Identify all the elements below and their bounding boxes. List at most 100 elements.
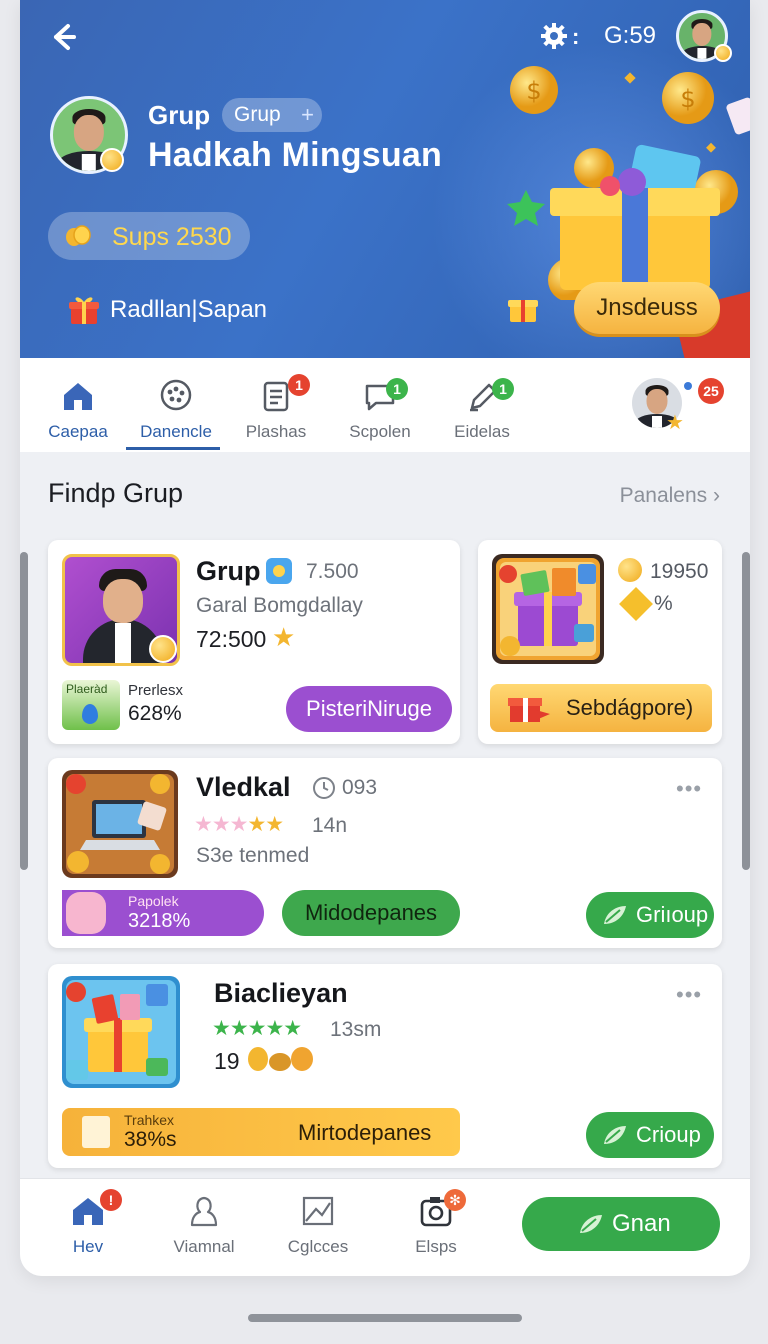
group-card[interactable]: Biaclieyan ••• ★★★★★ 13sm 19 Trahkex 38%…	[48, 964, 722, 1168]
tag-sub: Prerlesx	[128, 682, 184, 699]
tab-eidelas[interactable]: 1 Eidelas	[432, 358, 532, 452]
tab-label: Caepaa	[48, 422, 108, 441]
back-arrow-icon[interactable]	[46, 20, 80, 54]
card-subtitle: S3e tenmed	[196, 844, 310, 867]
notification-badge-icon: ✻	[444, 1189, 466, 1211]
online-dot-icon	[684, 382, 692, 390]
diamond-icon	[619, 587, 653, 621]
avatar-coin-icon	[100, 148, 124, 172]
join-group-button[interactable]: Crioup	[586, 1112, 714, 1158]
person-icon	[190, 1196, 218, 1227]
gift-thumbnail-icon	[62, 976, 180, 1088]
notification-badge: 1	[288, 374, 310, 396]
card-count: 093	[342, 776, 378, 799]
member-count: 7.500	[306, 560, 359, 583]
chevron-right-icon: ›	[713, 484, 720, 507]
star-rating: ★★★★★	[212, 1017, 302, 1040]
reward-button[interactable]: Sebdágpore)	[490, 684, 712, 732]
card-subtitle: Garal Bomgdallay	[196, 594, 363, 617]
coins-pill[interactable]: Sups 2530	[48, 212, 250, 260]
active-tab-indicator	[126, 447, 220, 450]
reward-button-label: Sebdágpore)	[566, 695, 694, 720]
section-title: Findp Grup	[48, 478, 184, 508]
category-tabs: Caepaa Danencle 1 Plashas 1 Scpolen 1 Ei…	[20, 358, 750, 452]
camera-badge-icon	[266, 558, 292, 584]
tab-plashas[interactable]: 1 Plashas	[226, 358, 326, 452]
gift-icon	[69, 297, 99, 324]
star-icon: ★	[666, 412, 684, 434]
coins-label: Sups 2530	[112, 223, 232, 251]
coin-icon	[618, 558, 642, 582]
see-all-label: Panalens	[619, 484, 708, 507]
reward-card[interactable]: 19950 % Sebdágpore)	[478, 540, 722, 744]
plus-icon: +	[301, 102, 314, 127]
promo-label: Papolek	[128, 893, 179, 909]
app-screen: : G:59 Grup Grup + Hadkah Mingsuan Sups …	[20, 0, 750, 1276]
rating-count: 13sm	[330, 1018, 382, 1041]
time-label: G:59	[604, 22, 657, 49]
rating-count: 14n	[312, 814, 348, 837]
card-title: Vledkal	[196, 772, 291, 802]
card-title: Grup	[196, 556, 261, 586]
vertical-dots-icon[interactable]: :	[572, 26, 579, 48]
tab-scpolen[interactable]: 1 Scpolen	[330, 358, 430, 452]
promo-value: 38%s	[124, 1128, 177, 1151]
promo-button[interactable]: Jnsdeuss	[574, 282, 720, 334]
sub-label: Radllan|Sapan	[110, 296, 268, 323]
group-pill[interactable]: Grup +	[222, 98, 322, 132]
group-label: Grup	[148, 100, 211, 130]
gear-icon[interactable]	[540, 22, 568, 50]
clock-icon	[313, 777, 335, 799]
join-group-label: Crioup	[636, 1122, 701, 1147]
small-gift-icon	[508, 300, 538, 322]
user-name: Hadkah Mingsuan	[148, 136, 442, 174]
more-options-icon[interactable]: •••	[676, 776, 702, 802]
tab-danencle[interactable]: Danencle	[126, 358, 226, 452]
featured-group-card[interactable]: Grup 7.500 Garal Bomgdallay 72:500 ★ Pla…	[48, 540, 460, 744]
promo-strip[interactable]: Trahkex 38%s Mirtodepanes	[62, 1108, 460, 1156]
reward-percent: %	[654, 592, 673, 615]
gnan-button[interactable]: Gnan	[522, 1197, 720, 1251]
promo-strip[interactable]: Papolek 3218%	[62, 890, 264, 936]
coins-icon	[66, 225, 91, 246]
join-group-label: Griıoup	[636, 902, 709, 927]
ribbon-gift-icon	[508, 698, 550, 722]
notification-badge: 1	[386, 378, 408, 400]
svg-text:$: $	[526, 77, 541, 105]
tag-label: Plaeràd	[66, 682, 108, 696]
gift-box-icon	[492, 554, 604, 664]
midodepanes-button[interactable]: Midodepanes	[282, 890, 460, 936]
purple-action-button[interactable]: PisteriNiruge	[286, 686, 452, 732]
ticket-icon	[82, 1116, 110, 1148]
promo-label: Trahkex	[124, 1112, 175, 1128]
avatar-notification-badge: 25	[698, 378, 724, 404]
group-card[interactable]: Vledkal 093 ••• ★★★★★ 14n S3e tenmed Pap…	[48, 758, 722, 948]
laptop-thumbnail-icon	[62, 770, 178, 878]
notification-badge: 1	[492, 378, 514, 400]
tab-label: Plashas	[245, 422, 307, 441]
reward-count: 19950	[650, 560, 709, 583]
more-options-icon[interactable]: •••	[676, 982, 702, 1008]
join-group-button[interactable]: Griıoup	[586, 892, 714, 938]
leaf-icon	[604, 906, 626, 924]
svg-text:$: $	[680, 85, 695, 113]
tag-badge: Plaeràd	[62, 680, 120, 730]
see-all-link[interactable]: Panalens ›	[620, 484, 720, 508]
profile-header: : G:59 Grup Grup + Hadkah Mingsuan Sups …	[20, 0, 750, 358]
notification-badge-icon: !	[100, 1189, 122, 1211]
group-thumbnail	[62, 554, 180, 666]
scroll-edge-right	[742, 552, 750, 870]
tab-caepaa[interactable]: Caepaa	[28, 358, 128, 452]
home-indicator[interactable]	[248, 1314, 522, 1322]
drop-icon	[82, 704, 98, 724]
leaf-icon	[604, 1126, 626, 1144]
star-rating: ★★★★★	[194, 813, 284, 836]
leaf-icon	[580, 1215, 602, 1233]
coin-count: 19	[214, 1048, 240, 1074]
star-icon: ★	[272, 622, 296, 652]
nav-label: Elsps	[415, 1237, 457, 1256]
tag-value: 628%	[128, 702, 182, 725]
tab-label: Danencle	[140, 422, 212, 441]
coins-icon	[248, 1047, 313, 1071]
group-pill-label: Grup	[234, 103, 281, 126]
